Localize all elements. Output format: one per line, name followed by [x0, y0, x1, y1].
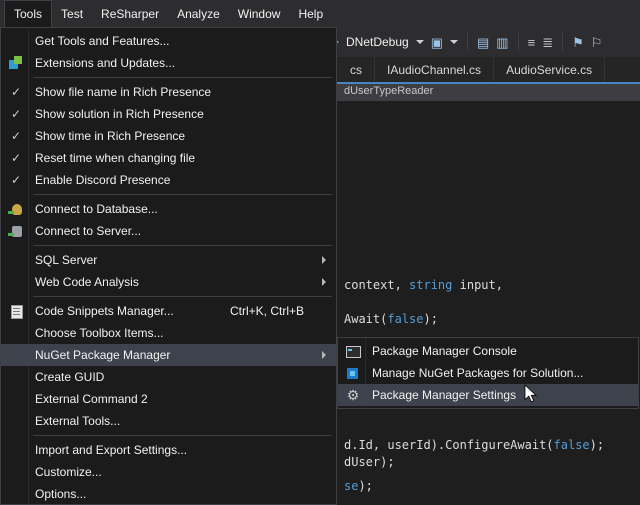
menu-item-label: Package Manager Settings — [372, 388, 516, 402]
gear-icon: ⚙ — [345, 387, 361, 403]
menu-item-external-command-2[interactable]: External Command 2 — [1, 388, 336, 410]
indent-guides-icon[interactable]: ≡ — [528, 36, 536, 49]
checkmark-icon: ✓ — [8, 128, 24, 144]
menubar-item-resharper[interactable]: ReSharper — [92, 0, 168, 27]
code-line: se); — [344, 479, 373, 493]
checkmark-icon: ✓ — [8, 84, 24, 100]
code-line: dUser); — [344, 455, 395, 469]
bookmark-icon[interactable]: ⚑ — [572, 36, 584, 49]
menu-item-label: Web Code Analysis — [35, 275, 139, 289]
submenu-arrow-icon — [322, 351, 326, 359]
nuget-package-manager-submenu: Package Manager Console Manage NuGet Pac… — [337, 337, 639, 409]
menu-item-label: External Tools... — [35, 414, 120, 428]
menu-item-connect-to-database[interactable]: Connect to Database... — [1, 198, 336, 220]
menu-item-label: Show solution in Rich Presence — [35, 107, 204, 121]
toolbar-separator — [562, 33, 563, 51]
menu-item-choose-toolbox-items[interactable]: Choose Toolbox Items... — [1, 322, 336, 344]
database-icon — [8, 201, 24, 217]
checkmark-icon: ✓ — [8, 150, 24, 166]
code-line: Await(false); — [344, 312, 438, 326]
packages-icon — [345, 365, 361, 381]
menu-item-reset-time-changing-file[interactable]: ✓ Reset time when changing file — [1, 147, 336, 169]
submenu-arrow-icon — [322, 278, 326, 286]
menubar-item-test[interactable]: Test — [52, 0, 92, 27]
menu-item-package-manager-settings[interactable]: ⚙ Package Manager Settings — [338, 384, 638, 406]
toolbar-separator — [518, 33, 519, 51]
menu-item-label: Create GUID — [35, 370, 104, 384]
mouse-cursor-icon — [524, 384, 538, 404]
menu-item-label: SQL Server — [35, 253, 97, 267]
next-bookmark-icon[interactable]: ⚐ — [591, 36, 603, 49]
menu-item-web-code-analysis[interactable]: Web Code Analysis — [1, 271, 336, 293]
chevron-down-icon[interactable] — [450, 40, 458, 44]
menu-item-show-file-name-rich-presence[interactable]: ✓ Show file name in Rich Presence — [1, 81, 336, 103]
menu-item-package-manager-console[interactable]: Package Manager Console — [338, 340, 638, 362]
menu-item-create-guid[interactable]: Create GUID — [1, 366, 336, 388]
menu-item-shortcut: Ctrl+K, Ctrl+B — [230, 304, 328, 318]
checkmark-icon: ✓ — [8, 106, 24, 122]
menubar-item-help[interactable]: Help — [289, 0, 332, 27]
menu-item-label: Connect to Server... — [35, 224, 141, 238]
menu-item-connect-to-server[interactable]: Connect to Server... — [1, 220, 336, 242]
menu-item-external-tools[interactable]: External Tools... — [1, 410, 336, 432]
menu-separator — [33, 296, 332, 297]
menu-item-label: Code Snippets Manager... — [35, 304, 174, 318]
menu-item-sql-server[interactable]: SQL Server — [1, 249, 336, 271]
menu-item-customize[interactable]: Customize... — [1, 461, 336, 483]
menu-item-code-snippets-manager[interactable]: Code Snippets Manager... Ctrl+K, Ctrl+B — [1, 300, 336, 322]
menu-item-get-tools-and-features[interactable]: Get Tools and Features... — [1, 30, 336, 52]
menu-item-label: Get Tools and Features... — [35, 34, 170, 48]
code-line: d.Id, userId).ConfigureAwait(false); — [344, 438, 604, 452]
toolbar-separator — [467, 33, 468, 51]
server-icon — [8, 223, 24, 239]
menu-item-label: Options... — [35, 487, 86, 501]
breadcrumb[interactable]: dUserTypeReader — [344, 85, 433, 97]
menu-separator — [33, 435, 332, 436]
tab-document-1[interactable]: cs — [338, 57, 375, 82]
split-window-icon[interactable]: ▥ — [496, 36, 508, 49]
chevron-down-icon[interactable] — [416, 40, 424, 44]
menu-item-manage-nuget-packages-solution[interactable]: Manage NuGet Packages for Solution... — [338, 362, 638, 384]
menu-item-import-export-settings[interactable]: Import and Export Settings... — [1, 439, 336, 461]
menu-separator — [33, 194, 332, 195]
menu-separator — [33, 245, 332, 246]
menu-bar: Tools Test ReSharper Analyze Window Help — [0, 0, 640, 27]
menu-item-label: Show time in Rich Presence — [35, 129, 185, 143]
code-line: context, string input, — [344, 278, 503, 292]
word-wrap-icon[interactable]: ≣ — [542, 36, 553, 49]
menu-item-options[interactable]: Options... — [1, 483, 336, 505]
menu-separator — [33, 77, 332, 78]
menu-item-enable-discord-presence[interactable]: ✓ Enable Discord Presence — [1, 169, 336, 191]
debug-target-dropdown[interactable]: DNetDebug — [346, 35, 409, 49]
menu-item-show-solution-rich-presence[interactable]: ✓ Show solution in Rich Presence — [1, 103, 336, 125]
menubar-item-tools[interactable]: Tools — [4, 0, 52, 27]
menu-item-label: Package Manager Console — [372, 344, 517, 358]
menu-item-label: Customize... — [35, 465, 102, 479]
menu-item-label: Choose Toolbox Items... — [35, 326, 164, 340]
menu-item-nuget-package-manager[interactable]: NuGet Package Manager — [1, 344, 336, 366]
snippets-icon — [8, 303, 24, 319]
menubar-item-window[interactable]: Window — [229, 0, 290, 27]
menu-item-label: NuGet Package Manager — [35, 348, 170, 362]
menu-item-extensions-and-updates[interactable]: Extensions and Updates... — [1, 52, 336, 74]
menu-item-label: Reset time when changing file — [35, 151, 195, 165]
new-window-icon[interactable]: ▤ — [477, 36, 489, 49]
menu-item-label: Import and Export Settings... — [35, 443, 187, 457]
menu-item-label: Manage NuGet Packages for Solution... — [372, 366, 583, 380]
menubar-item-analyze[interactable]: Analyze — [168, 0, 229, 27]
watch-window-icon[interactable]: ▣ — [431, 36, 443, 49]
menu-item-label: Enable Discord Presence — [35, 173, 170, 187]
checkmark-icon: ✓ — [8, 172, 24, 188]
tab-audioservice[interactable]: AudioService.cs — [494, 57, 605, 82]
menu-item-show-time-rich-presence[interactable]: ✓ Show time in Rich Presence — [1, 125, 336, 147]
submenu-arrow-icon — [322, 256, 326, 264]
menu-item-label: External Command 2 — [35, 392, 148, 406]
console-icon — [345, 343, 361, 359]
menu-item-label: Show file name in Rich Presence — [35, 85, 211, 99]
tab-iaudiochannel[interactable]: IAudioChannel.cs — [375, 57, 494, 82]
tools-menu: Get Tools and Features... Extensions and… — [0, 27, 337, 505]
menu-item-label: Extensions and Updates... — [35, 56, 175, 70]
extensions-icon — [8, 55, 24, 71]
menu-item-label: Connect to Database... — [35, 202, 158, 216]
